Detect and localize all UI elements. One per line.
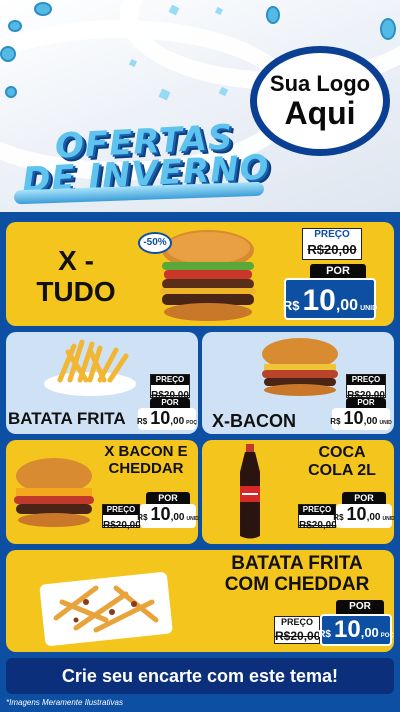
product-name: BATATA FRITA	[8, 409, 126, 428]
por-label: POR	[342, 492, 386, 504]
old-price-label: PREÇO	[347, 375, 385, 385]
price-cents: ,00	[335, 297, 359, 314]
product-name: COCA COLA 2L	[292, 444, 392, 479]
name-line: X -	[58, 245, 94, 276]
product-name: X BACON E CHEDDAR	[94, 443, 198, 477]
price-box: R$ 10 ,00 UNID	[330, 408, 392, 430]
product-card-coca[interactable]: COCA COLA 2L POR PREÇO R$20,00 R$ 10 ,00…	[202, 440, 395, 544]
product-card-xtudo[interactable]: X - TUDO -50% PREÇO R$20,00 POR R$ 10 ,0…	[6, 222, 394, 326]
price-integer: 10	[346, 504, 367, 524]
footnote: *Imagens Meramente Ilustrativas	[6, 698, 123, 707]
old-price-label: PREÇO	[103, 505, 139, 515]
por-label: POR	[146, 492, 190, 504]
currency: R$	[333, 513, 344, 522]
old-price-box: PREÇO R$20,00	[302, 228, 362, 260]
price-integer: 10	[302, 284, 336, 317]
unit-label: UNID	[382, 516, 395, 522]
product-card-batata[interactable]: BATATA FRITA PREÇO R$20,00 POR R$ 10 ,00…	[6, 332, 198, 434]
price-cents: ,00	[363, 416, 378, 427]
unit-label: UNID	[186, 516, 199, 522]
old-price-value: R$20,00	[299, 520, 337, 531]
currency: R$	[330, 417, 341, 426]
price-cents: ,00	[360, 625, 379, 640]
old-price-value: R$20,00	[103, 520, 141, 531]
name-line: X BACON E	[104, 443, 188, 460]
coin-icon	[266, 6, 280, 24]
price-box: R$ 10 ,00 POÇ	[318, 614, 394, 646]
price-box: R$ 10 ,00 UNID	[282, 278, 378, 320]
soda-bottle-image	[240, 444, 260, 539]
logo-text: Sua Logo	[269, 71, 371, 96]
old-price-value: R$20,00	[275, 629, 321, 643]
product-card-xbacon-cheddar[interactable]: X BACON E CHEDDAR POR PREÇO R$20,00 R$ 1…	[6, 440, 199, 544]
por-label: POR	[310, 264, 366, 278]
old-price-box: PREÇO R$20,00	[150, 374, 190, 401]
logo-placeholder: Sua Logo Aqui	[250, 46, 390, 156]
old-price-box: PREÇO R$20,00	[346, 374, 386, 401]
coin-icon	[0, 46, 16, 62]
unit-label: UNID	[360, 305, 378, 312]
coin-icon	[8, 20, 22, 32]
old-price-box: PREÇO R$20,00	[298, 504, 337, 531]
cta-banner[interactable]: Crie seu encarte com este tema!	[6, 658, 394, 694]
currency: R$	[282, 298, 300, 313]
name-line: COM CHEDDAR	[224, 573, 370, 595]
old-price-label: PREÇO	[299, 505, 335, 515]
unit-label: POÇ	[186, 420, 198, 426]
product-card-xbacon[interactable]: X-BACON PREÇO R$20,00 POR R$ 10 ,00 UNID	[202, 332, 394, 434]
burger-image	[14, 458, 94, 527]
name-line: COLA 2L	[308, 461, 376, 479]
unit-label: POÇ	[380, 633, 394, 639]
cheddar-fries-image	[39, 572, 173, 646]
old-price-value: R$20,00	[307, 242, 357, 257]
old-price-label: PREÇO	[303, 229, 361, 241]
discount-badge: -50%	[138, 232, 172, 254]
price-cents: ,00	[366, 512, 381, 523]
por-label: POR	[346, 398, 386, 408]
price-box: R$ 10 ,00 POÇ	[137, 408, 198, 430]
price-box: R$ 10 ,00 UNID	[333, 504, 395, 528]
product-name: X-BACON	[212, 411, 296, 431]
product-name: X - TUDO	[12, 245, 140, 308]
header-banner: Sua Logo Aqui OFERTAS DE INVERNO	[0, 0, 400, 212]
unit-label: UNID	[379, 420, 392, 426]
name-line: TUDO	[36, 275, 116, 307]
old-price-box: PREÇO R$20,00	[274, 616, 320, 644]
name-line: COCA	[318, 444, 366, 461]
por-label: POR	[336, 600, 384, 614]
old-price-label: PREÇO	[151, 375, 189, 385]
currency: R$	[137, 417, 148, 426]
currency: R$	[318, 629, 331, 640]
name-line: CHEDDAR	[108, 459, 184, 477]
price-integer: 10	[150, 408, 171, 428]
price-integer: 10	[334, 616, 361, 643]
price-cents: ,00	[170, 416, 185, 427]
price-integer: 10	[150, 504, 171, 524]
product-name: BATATA FRITA COM CHEDDAR	[202, 553, 392, 596]
fries-image	[44, 339, 136, 396]
old-price-label: PREÇO	[275, 617, 319, 627]
coin-icon	[5, 86, 17, 98]
product-card-batata-cheddar[interactable]: BATATA FRITA COM CHEDDAR POR PREÇO R$20,…	[6, 550, 394, 652]
coin-icon	[380, 18, 396, 40]
old-price-box: PREÇO R$20,00	[102, 504, 141, 531]
coin-icon	[34, 2, 52, 16]
currency: R$	[137, 513, 148, 522]
price-box: R$ 10 ,00 UNID	[137, 504, 199, 528]
name-line: BATATA FRITA	[231, 553, 363, 574]
burger-image	[262, 338, 338, 396]
price-cents: ,00	[170, 512, 185, 523]
price-integer: 10	[343, 408, 364, 428]
por-label: POR	[150, 398, 190, 408]
logo-text: Aqui	[284, 95, 356, 131]
